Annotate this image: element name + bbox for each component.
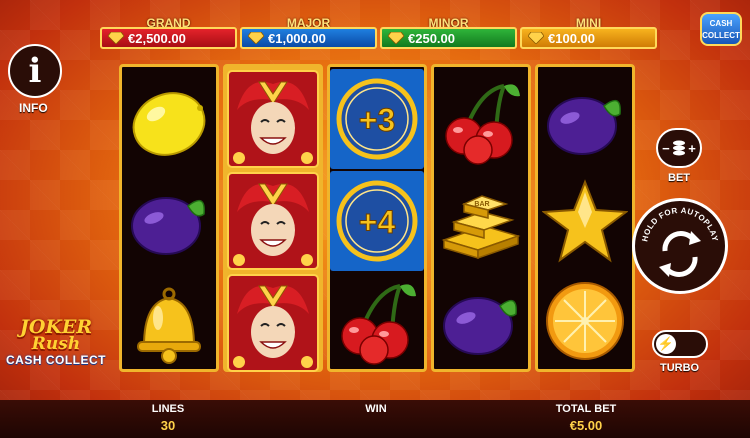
jackpot-minor-value: €250.00 [408,30,455,46]
total-bet-label: TOTAL BET [555,403,617,415]
cherries-icon [445,84,520,165]
reel-1 [119,64,219,372]
lemon-icon [132,92,206,156]
lightning-icon: ⚡ [656,334,676,354]
info-label: INFO [19,101,48,115]
jackpot-major: MAJOR €1,000.00 [240,16,377,50]
diamond-icon [528,32,544,44]
spin-arrows-icon [659,231,701,277]
reel-3: +3 +4 [327,64,427,372]
jackpot-minor-box: €250.00 [380,27,517,49]
symbol-cherries [330,271,424,371]
bet-button[interactable]: − + [656,128,702,168]
bet-label: BET [668,172,690,184]
diamond-icon [108,32,124,44]
symbol-gold-bars: BAR [434,171,528,271]
lines-value: 30 [160,418,176,433]
symbol-lemon [122,71,216,171]
bell-icon [137,287,201,364]
reel-5 [535,64,635,372]
spin-button[interactable]: HOLD FOR AUTOPLAY [632,198,728,294]
bet-plus-icon[interactable]: + [688,141,696,156]
plum-icon [443,297,517,355]
jackpot-minor: MINOR €250.00 [380,16,517,50]
symbol-plum [434,271,528,371]
info-icon: i [28,51,42,91]
gold-bar-text: BAR [474,201,489,208]
lines-label: LINES [151,403,185,415]
win-stat: WIN [356,403,396,418]
coin-value-1: +3 [359,102,395,138]
diamond-icon [388,32,404,44]
symbol-plum [538,71,632,171]
logo-line2: Rush [31,334,81,354]
turbo-label: TURBO [660,362,700,374]
star-icon [542,179,628,263]
symbol-star [538,171,632,271]
reel-2 [223,64,323,372]
symbol-cherries [434,71,528,171]
jackpot-mini-box: €100.00 [520,27,657,49]
jackpot-grand-value: €2,500.00 [128,30,186,46]
jackpot-grand: GRAND €2,500.00 [100,16,237,50]
jackpot-major-box: €1,000.00 [240,27,377,49]
badge-line2: COLLECT [702,31,740,40]
jackpot-mini-value: €100.00 [548,30,595,46]
gold-bars-icon: BAR [441,195,521,260]
coin-icon: +3 [336,78,418,160]
info-button[interactable]: i [8,44,62,98]
bet-minus-icon[interactable]: − [662,141,670,156]
badge-line1: CASH [709,19,733,28]
symbol-joker [226,171,320,271]
symbol-cash-coin: +3 [330,69,424,169]
diamond-icon [248,32,264,44]
plum-icon [131,197,205,255]
plum-icon [547,97,621,155]
symbol-joker [226,69,320,169]
orange-icon [546,282,624,360]
game-logo: JOKER Rush CASH COLLECT [4,318,108,380]
lines-stat: LINES 30 [146,403,190,433]
joker-icon [227,70,319,168]
symbol-joker [226,273,320,373]
symbol-plum [122,171,216,271]
symbol-cash-coin: +4 [330,171,424,271]
reel-grid: +3 +4 BAR [119,64,639,372]
symbol-bell [122,271,216,371]
coin-value-2: +4 [359,204,396,240]
total-bet-value: €5.00 [569,418,603,433]
autoplay-text-ring: HOLD FOR AUTOPLAY [640,206,719,277]
svg-text:HOLD FOR AUTOPLAY: HOLD FOR AUTOPLAY [640,206,719,243]
coin-icon: +4 [336,180,418,262]
joker-icon [227,172,319,270]
reel-4: BAR [431,64,531,372]
autoplay-text: HOLD FOR AUTOPLAY [640,206,719,243]
logo-line3: CASH COLLECT [6,353,106,367]
symbol-orange [538,271,632,371]
cash-collect-badge: CASH COLLECT [700,12,742,46]
jackpot-major-value: €1,000.00 [268,30,326,46]
jackpot-mini: MINI €100.00 [520,16,657,50]
win-label: WIN [365,403,387,415]
total-bet-stat: TOTAL BET €5.00 [546,403,626,433]
coins-stack-icon [672,140,685,156]
jackpot-grand-box: €2,500.00 [100,27,237,49]
cherries-icon [341,284,416,365]
joker-icon [227,274,319,372]
turbo-toggle[interactable]: ⚡ [652,330,708,358]
